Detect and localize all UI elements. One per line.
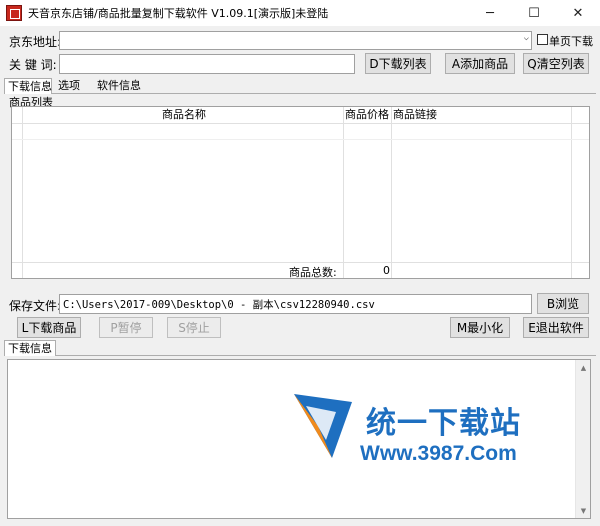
minimize-button[interactable]: M最小化 <box>450 317 510 338</box>
grid-divider <box>22 107 23 278</box>
keyword-label: 关 键 词: <box>9 58 57 72</box>
watermark-brand: 统一下载站 <box>366 406 521 441</box>
maximize-icon: ☐ <box>528 5 540 21</box>
pause-button[interactable]: P暂停 <box>99 317 153 338</box>
download-list-button[interactable]: D下载列表 <box>365 53 431 74</box>
maximize-window-button[interactable]: ☐ <box>512 0 556 26</box>
watermark-site: Www.3987.Com <box>360 442 517 465</box>
grid-divider <box>12 262 589 263</box>
tab-underline <box>4 93 596 94</box>
close-icon: ✕ <box>572 5 584 21</box>
download-log-area[interactable]: ▲ ▼ 统一下载站 Www.3987.Com <box>7 359 591 519</box>
tab-download-info[interactable]: 下载信息 <box>4 78 52 94</box>
keyword-input[interactable] <box>59 54 355 74</box>
jd-url-combobox[interactable]: ⌵ <box>59 31 532 50</box>
stop-button[interactable]: S停止 <box>167 317 221 338</box>
grid-divider <box>571 107 572 278</box>
grid-divider <box>343 107 344 278</box>
close-window-button[interactable]: ✕ <box>556 0 600 26</box>
app-icon <box>6 5 22 21</box>
total-value: 0 <box>383 264 390 277</box>
column-header-price[interactable]: 商品价格 <box>345 107 389 123</box>
chevron-down-icon[interactable]: ⌵ <box>524 33 529 43</box>
grid-divider <box>391 107 392 278</box>
window-title: 天音京东店铺/商品批量复制下载软件 V1.09.1[演示版]未登陆 <box>28 7 329 20</box>
url-label: 京东地址: <box>9 35 62 49</box>
log-tab-underline <box>4 355 596 356</box>
download-products-button[interactable]: L下载商品 <box>17 317 81 338</box>
grid-divider <box>12 139 589 140</box>
browse-button[interactable]: B浏览 <box>537 293 589 314</box>
grid-divider <box>12 123 589 124</box>
save-file-label: 保存文件: <box>9 299 62 313</box>
minimize-icon: ─ <box>486 5 494 21</box>
exit-button[interactable]: E退出软件 <box>523 317 589 338</box>
tab-options[interactable]: 选项 <box>55 78 83 94</box>
save-path-input[interactable]: C:\Users\2017-009\Desktop\0 - 副本\csv1228… <box>59 294 532 314</box>
tab-software-info[interactable]: 软件信息 <box>94 78 144 94</box>
single-page-checkbox[interactable] <box>537 34 548 45</box>
column-header-name[interactable]: 商品名称 <box>162 107 206 123</box>
log-scrollbar[interactable]: ▲ ▼ <box>575 360 590 518</box>
minimize-window-button[interactable]: ─ <box>468 0 512 26</box>
total-label: 商品总数: <box>289 266 337 279</box>
watermark-logo-icon <box>294 394 352 458</box>
title-bar: 天音京东店铺/商品批量复制下载软件 V1.09.1[演示版]未登陆 ─ ☐ ✕ <box>0 0 600 26</box>
scroll-up-icon[interactable]: ▲ <box>576 360 591 375</box>
clear-list-button[interactable]: Q清空列表 <box>523 53 589 74</box>
log-tab[interactable]: 下载信息 <box>4 340 56 356</box>
product-grid[interactable]: 商品名称 商品价格 商品链接 商品总数: 0 <box>11 106 590 279</box>
add-product-button[interactable]: A添加商品 <box>445 53 515 74</box>
scroll-down-icon[interactable]: ▼ <box>576 503 591 518</box>
save-path-value: C:\Users\2017-009\Desktop\0 - 副本\csv1228… <box>63 299 375 311</box>
column-header-link[interactable]: 商品链接 <box>393 107 437 123</box>
single-page-label: 单页下载 <box>549 35 593 48</box>
